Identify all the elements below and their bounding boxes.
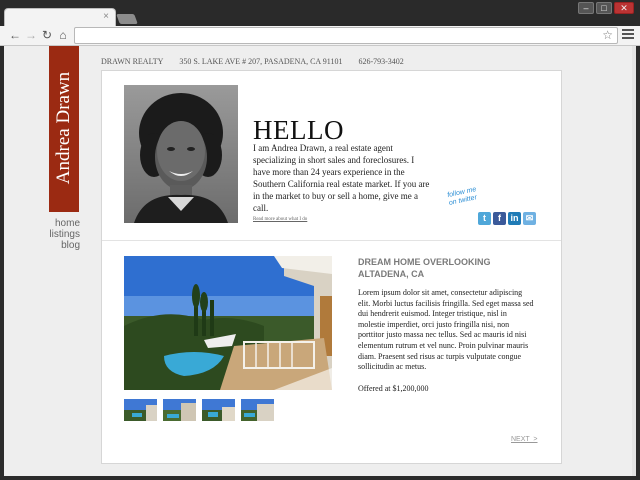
listing-thumbnail[interactable] (124, 399, 157, 421)
minimize-button[interactable]: – (578, 2, 594, 14)
reload-button[interactable]: ↻ (40, 28, 54, 42)
follow-twitter-text[interactable]: follow me on twitter (447, 186, 479, 208)
twitter-icon[interactable]: t (478, 212, 491, 225)
facebook-icon[interactable]: f (493, 212, 506, 225)
listing-thumbnail[interactable] (202, 399, 235, 421)
forward-button[interactable]: → (24, 28, 38, 42)
browser-tab[interactable]: × (4, 8, 116, 26)
email-icon[interactable]: ✉ (523, 212, 536, 225)
browser-toolbar: ← → ↻ ⌂ ☆ (0, 26, 640, 46)
listing-title[interactable]: DREAM HOME OVERLOOKING ALTADENA, CA (358, 256, 518, 280)
nav-home-link[interactable]: home (49, 218, 80, 229)
intro-text: I am Andrea Drawn, a real estate agent s… (253, 143, 430, 213)
close-window-button[interactable]: ✕ (614, 2, 634, 14)
linkedin-icon[interactable]: in (508, 212, 521, 225)
browser-titlebar: × – □ ✕ (0, 0, 640, 26)
browser-menu-icon[interactable] (622, 29, 634, 41)
listing-thumbnail[interactable] (163, 399, 196, 421)
company-name: DRAWN REALTY (101, 57, 164, 66)
nav-listings-link[interactable]: listings (49, 229, 80, 240)
brand-logo-text: Andrea Drawn (53, 71, 74, 185)
nav-blog-link[interactable]: blog (49, 240, 80, 251)
listing-description: Lorem ipsum dolor sit amet, consectetur … (358, 288, 534, 372)
listing-price: Offered at $1,200,000 (358, 384, 429, 393)
next-listing-link[interactable]: NEXT > (511, 436, 538, 443)
page-scrollbar[interactable] (632, 46, 636, 476)
home-button[interactable]: ⌂ (56, 28, 70, 42)
section-divider (102, 240, 561, 241)
side-navigation: home listings blog (49, 218, 80, 251)
read-more-link[interactable]: Read more about what I do (253, 217, 307, 222)
contact-line: DRAWN REALTY 350 S. LAKE AVE # 207, PASA… (101, 57, 418, 66)
address-bar[interactable]: ☆ (74, 27, 618, 44)
back-button[interactable]: ← (8, 28, 22, 42)
listing-thumbnails (124, 399, 274, 421)
brand-banner[interactable]: Andrea Drawn (49, 46, 79, 212)
new-tab-button[interactable] (116, 14, 138, 24)
company-address: 350 S. LAKE AVE # 207, PASADENA, CA 9110… (179, 57, 343, 66)
maximize-button[interactable]: □ (596, 2, 612, 14)
tab-close-icon[interactable]: × (103, 11, 109, 23)
bookmark-star-icon[interactable]: ☆ (602, 28, 613, 43)
listing-main-photo[interactable] (124, 256, 332, 390)
company-phone: 626-793-3402 (358, 57, 404, 66)
agent-portrait (124, 85, 238, 223)
content-card: HELLO I am Andrea Drawn, a real estate a… (101, 70, 562, 464)
listing-thumbnail[interactable] (241, 399, 274, 421)
social-icons: t f in ✉ (478, 212, 536, 225)
page-viewport: Andrea Drawn home listings blog DRAWN RE… (4, 46, 636, 476)
